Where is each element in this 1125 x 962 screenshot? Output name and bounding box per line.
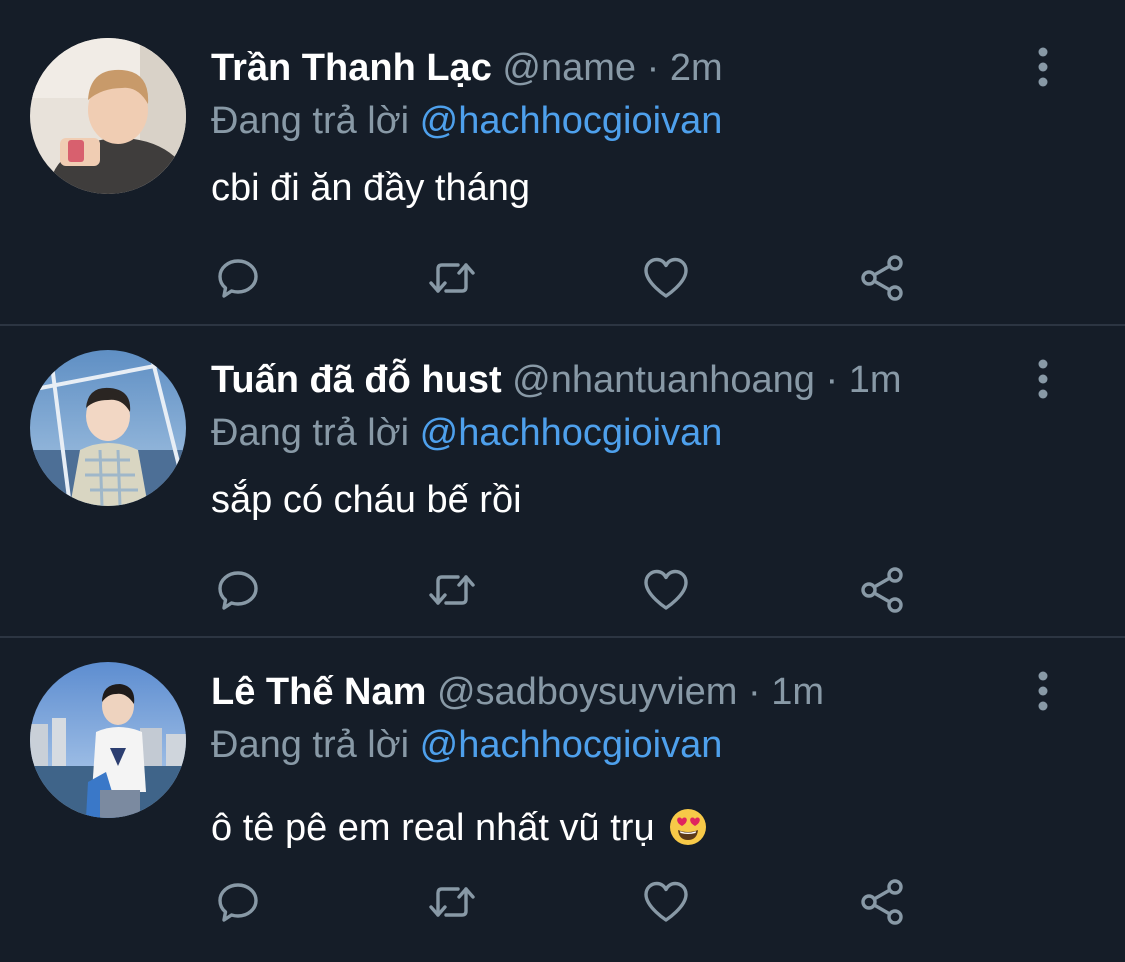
user-handle[interactable]: @name — [502, 47, 636, 89]
tweet[interactable]: Lê Thế Nam @sadboysuyviem · 1m Đang trả … — [0, 624, 1125, 936]
share-icon[interactable] — [854, 250, 910, 306]
separator-dot: · — [825, 359, 839, 401]
heart-icon[interactable] — [638, 874, 694, 930]
heart-icon[interactable] — [638, 250, 694, 306]
mention-link[interactable]: @hachhocgioivan — [420, 724, 723, 766]
reply-feed: Trần Thanh Lạc @name · 2m Đang trả lời @… — [0, 0, 1125, 962]
timestamp[interactable]: 1m — [771, 671, 824, 713]
share-icon[interactable] — [854, 874, 910, 930]
separator-dot: · — [748, 671, 761, 713]
timestamp[interactable]: 1m — [849, 359, 902, 401]
user-handle[interactable]: @sadboysuyviem — [437, 671, 737, 713]
more-vertical-icon[interactable] — [1020, 44, 1066, 90]
more-vertical-icon[interactable] — [1020, 668, 1066, 714]
tweet-text: cbi đi ăn đầy tháng — [211, 167, 531, 209]
tweet-actions — [200, 250, 930, 306]
replying-to: Đang trả lời @hachhocgioivan — [211, 95, 722, 147]
separator-dot: · — [646, 47, 660, 89]
retweet-icon[interactable] — [424, 250, 480, 306]
avatar[interactable] — [30, 38, 186, 194]
replying-to-label: Đang trả lời — [211, 412, 410, 454]
user-handle[interactable]: @nhantuanhoang — [512, 359, 815, 401]
tweet[interactable]: Trần Thanh Lạc @name · 2m Đang trả lời @… — [0, 0, 1125, 312]
more-vertical-icon[interactable] — [1020, 356, 1066, 402]
reply-icon[interactable] — [210, 562, 266, 618]
tweet-actions — [200, 562, 930, 618]
tweet-text: ô tê pê em real nhất vũ trụ — [211, 802, 707, 854]
tweet-header: Lê Thế Nam @sadboysuyviem · 1m — [211, 666, 824, 718]
tweet-actions — [200, 874, 930, 930]
retweet-icon[interactable] — [424, 874, 480, 930]
mention-link[interactable]: @hachhocgioivan — [420, 412, 723, 454]
display-name[interactable]: Tuấn đã đỗ hust — [211, 359, 502, 401]
replying-to-label: Đang trả lời — [211, 724, 410, 766]
replying-to: Đang trả lời @hachhocgioivan — [211, 407, 722, 459]
tweet-header: Tuấn đã đỗ hust @nhantuanhoang · 1m — [211, 354, 902, 406]
replying-to-label: Đang trả lời — [211, 100, 410, 142]
display-name[interactable]: Trần Thanh Lạc — [211, 47, 492, 89]
retweet-icon[interactable] — [424, 562, 480, 618]
avatar[interactable] — [30, 350, 186, 506]
share-icon[interactable] — [854, 562, 910, 618]
tweet[interactable]: Tuấn đã đỗ hust @nhantuanhoang · 1m Đang… — [0, 312, 1125, 624]
reply-icon[interactable] — [210, 874, 266, 930]
display-name[interactable]: Lê Thế Nam — [211, 671, 426, 713]
tweet-header: Trần Thanh Lạc @name · 2m — [211, 42, 723, 94]
timestamp[interactable]: 2m — [670, 47, 723, 89]
avatar[interactable] — [30, 662, 186, 818]
tweet-text: sắp có cháu bế rồi — [211, 479, 522, 521]
replying-to: Đang trả lời @hachhocgioivan — [211, 719, 722, 771]
reply-icon[interactable] — [210, 250, 266, 306]
tweet-text-content: ô tê pê em real nhất vũ trụ — [211, 807, 655, 849]
mention-link[interactable]: @hachhocgioivan — [420, 100, 723, 142]
heart-eyes-emoji — [669, 808, 707, 846]
heart-icon[interactable] — [638, 562, 694, 618]
